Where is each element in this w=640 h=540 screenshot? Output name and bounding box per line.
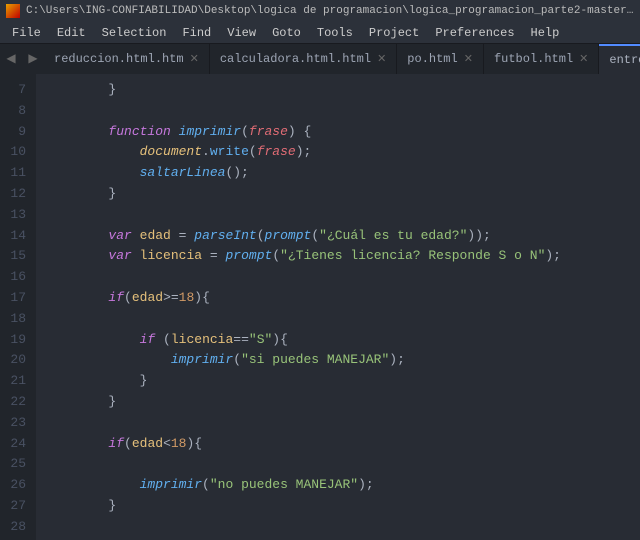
line-number: 25 [6,454,26,475]
title-bar: C:\Users\ING-CONFIABILIDAD\Desktop\logic… [0,0,640,22]
menu-file[interactable]: File [4,24,49,42]
line-number: 16 [6,267,26,288]
code-line-25 [46,454,640,475]
line-number: 19 [6,330,26,351]
line-number: 22 [6,392,26,413]
tab-bar: ◀ ▶ reduccion.html.htm ✕ calculadora.htm… [0,44,640,74]
editor: 7 8 9 10 11 12 13 14 15 16 17 18 19 20 2… [0,74,640,540]
menu-preferences[interactable]: Preferences [427,24,522,42]
line-number: 23 [6,413,26,434]
tab-label: calculadora.html.html [220,52,371,66]
tab-futbol[interactable]: futbol.html ✕ [484,44,599,74]
tab-close-icon[interactable]: ✕ [464,52,473,66]
line-number: 15 [6,246,26,267]
code-line-18 [46,309,640,330]
code-line-14: var edad = parseInt(prompt("¿Cuál es tu … [46,226,640,247]
line-number: 18 [6,309,26,330]
line-number: 26 [6,475,26,496]
app-icon [6,4,20,18]
tab-label: reduccion.html.htm [54,52,184,66]
menu-bar: File Edit Selection Find View Goto Tools… [0,22,640,44]
line-number: 11 [6,163,26,184]
code-line-17: if(edad>=18){ [46,288,640,309]
menu-view[interactable]: View [219,24,264,42]
line-number: 27 [6,496,26,517]
code-line-27: } [46,496,640,517]
code-line-11: saltarLinea(); [46,163,640,184]
menu-goto[interactable]: Goto [264,24,309,42]
tab-label: entro [609,53,640,67]
code-line-20: imprimir("si puedes MANEJAR"); [46,350,640,371]
tab-entro[interactable]: entro [599,44,640,74]
code-line-21: } [46,371,640,392]
line-numbers: 7 8 9 10 11 12 13 14 15 16 17 18 19 20 2… [0,74,36,540]
tab-label: futbol.html [494,52,573,66]
code-line-9: function imprimir(frase) { [46,122,640,143]
code-line-10: document.write(frase); [46,142,640,163]
code-line-24: if(edad<18){ [46,434,640,455]
tab-next-button[interactable]: ▶ [22,44,44,74]
code-line-16 [46,267,640,288]
line-number: 21 [6,371,26,392]
tab-label: po.html [407,52,457,66]
tab-close-icon[interactable]: ✕ [377,52,386,66]
line-number: 24 [6,434,26,455]
code-line-19: if (licencia=="S"){ [46,330,640,351]
code-line-13 [46,205,640,226]
tab-calculadora[interactable]: calculadora.html.html ✕ [210,44,397,74]
tab-po[interactable]: po.html ✕ [397,44,484,74]
menu-selection[interactable]: Selection [94,24,175,42]
code-line-12: } [46,184,640,205]
line-number: 8 [6,101,26,122]
line-number: 12 [6,184,26,205]
code-line-22: } [46,392,640,413]
line-number: 10 [6,142,26,163]
menu-tools[interactable]: Tools [309,24,361,42]
code-line-26: imprimir("no puedes MANEJAR"); [46,475,640,496]
line-number: 20 [6,350,26,371]
line-number: 14 [6,226,26,247]
menu-edit[interactable]: Edit [49,24,94,42]
line-number: 28 [6,517,26,538]
line-number: 17 [6,288,26,309]
tab-close-icon[interactable]: ✕ [579,52,588,66]
tab-close-icon[interactable]: ✕ [190,52,199,66]
menu-help[interactable]: Help [523,24,568,42]
code-line-7: } [46,80,640,101]
code-line-28 [46,517,640,538]
code-line-23 [46,413,640,434]
line-number: 9 [6,122,26,143]
tab-reduccion[interactable]: reduccion.html.htm ✕ [44,44,210,74]
line-number: 7 [6,80,26,101]
menu-find[interactable]: Find [174,24,219,42]
code-line-15: var licencia = prompt("¿Tienes licencia?… [46,246,640,267]
title-text: C:\Users\ING-CONFIABILIDAD\Desktop\logic… [26,5,634,17]
line-number: 13 [6,205,26,226]
code-line-8 [46,101,640,122]
tab-prev-button[interactable]: ◀ [0,44,22,74]
code-content[interactable]: } function imprimir(frase) { document.wr… [36,74,640,540]
menu-project[interactable]: Project [361,24,427,42]
